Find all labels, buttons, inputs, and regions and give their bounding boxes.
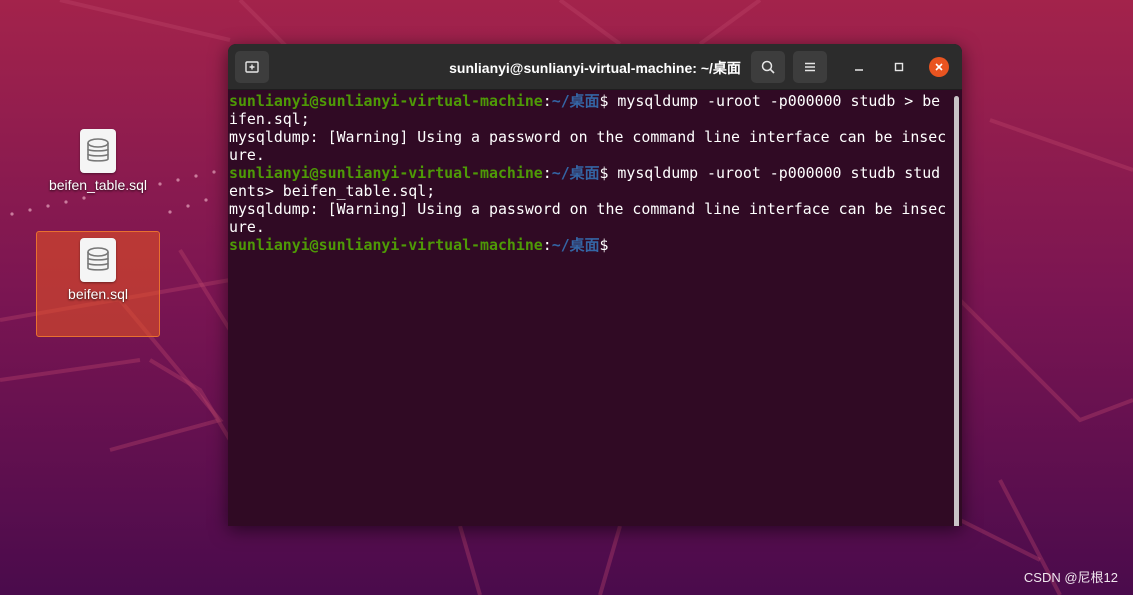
prompt-path: ~/桌面 (551, 92, 600, 110)
prompt-user: sunlianyi@sunlianyi-virtual-machine (229, 236, 543, 254)
database-file-icon (80, 238, 116, 282)
command-text: mysqldump -uroot -p000000 studb > be (608, 92, 941, 110)
desktop-file-label: beifen.sql (68, 286, 128, 302)
terminal-window[interactable]: sunlianyi@sunlianyi-virtual-machine: ~/桌… (228, 44, 962, 526)
prompt-user: sunlianyi@sunlianyi-virtual-machine (229, 92, 543, 110)
search-button[interactable] (751, 51, 785, 83)
close-icon (935, 63, 943, 71)
menu-button[interactable] (793, 51, 827, 83)
terminal-line: ifen.sql; (229, 110, 310, 128)
minimize-icon (855, 69, 863, 71)
text-cursor (608, 237, 617, 253)
terminal-line: ure. (229, 218, 265, 236)
command-text: mysqldump -uroot -p000000 studb stud (608, 164, 941, 182)
terminal-line: sunlianyi@sunlianyi-virtual-machine:~/桌面… (229, 236, 951, 254)
terminal-line: ure. (229, 146, 265, 164)
terminal-scrollbar[interactable] (954, 96, 959, 526)
prompt-path: ~/桌面 (551, 164, 600, 182)
prompt-colon: : (542, 164, 552, 182)
terminal-line: mysqldump: [Warning] Using a password on… (229, 128, 947, 146)
prompt-symbol: $ (599, 236, 609, 254)
minimize-button[interactable] (849, 57, 869, 77)
maximize-button[interactable] (889, 57, 909, 77)
close-button[interactable] (929, 57, 949, 77)
hamburger-menu-icon (805, 62, 815, 72)
terminal-line: sunlianyi@sunlianyi-virtual-machine:~/桌面… (229, 164, 951, 182)
terminal-titlebar[interactable]: sunlianyi@sunlianyi-virtual-machine: ~/桌… (228, 44, 962, 90)
prompt-path: ~/桌面 (551, 236, 600, 254)
desktop-file-label: beifen_table.sql (48, 177, 148, 193)
maximize-icon (894, 62, 904, 72)
prompt-user: sunlianyi@sunlianyi-virtual-machine (229, 164, 543, 182)
prompt-colon: : (542, 236, 552, 254)
search-icon (761, 60, 775, 74)
desktop-file-beifen[interactable]: beifen.sql (36, 231, 160, 337)
terminal-line: mysqldump: [Warning] Using a password on… (229, 200, 947, 218)
prompt-colon: : (542, 92, 552, 110)
database-file-icon (80, 129, 116, 173)
terminal-line: ents> beifen_table.sql; (229, 182, 436, 200)
terminal-output[interactable]: sunlianyi@sunlianyi-virtual-machine:~/桌面… (228, 91, 952, 526)
terminal-line: sunlianyi@sunlianyi-virtual-machine:~/桌面… (229, 92, 951, 110)
watermark: CSDN @尼根12 (1023, 570, 1118, 585)
desktop-file-beifen-table[interactable]: beifen_table.sql (36, 129, 160, 193)
